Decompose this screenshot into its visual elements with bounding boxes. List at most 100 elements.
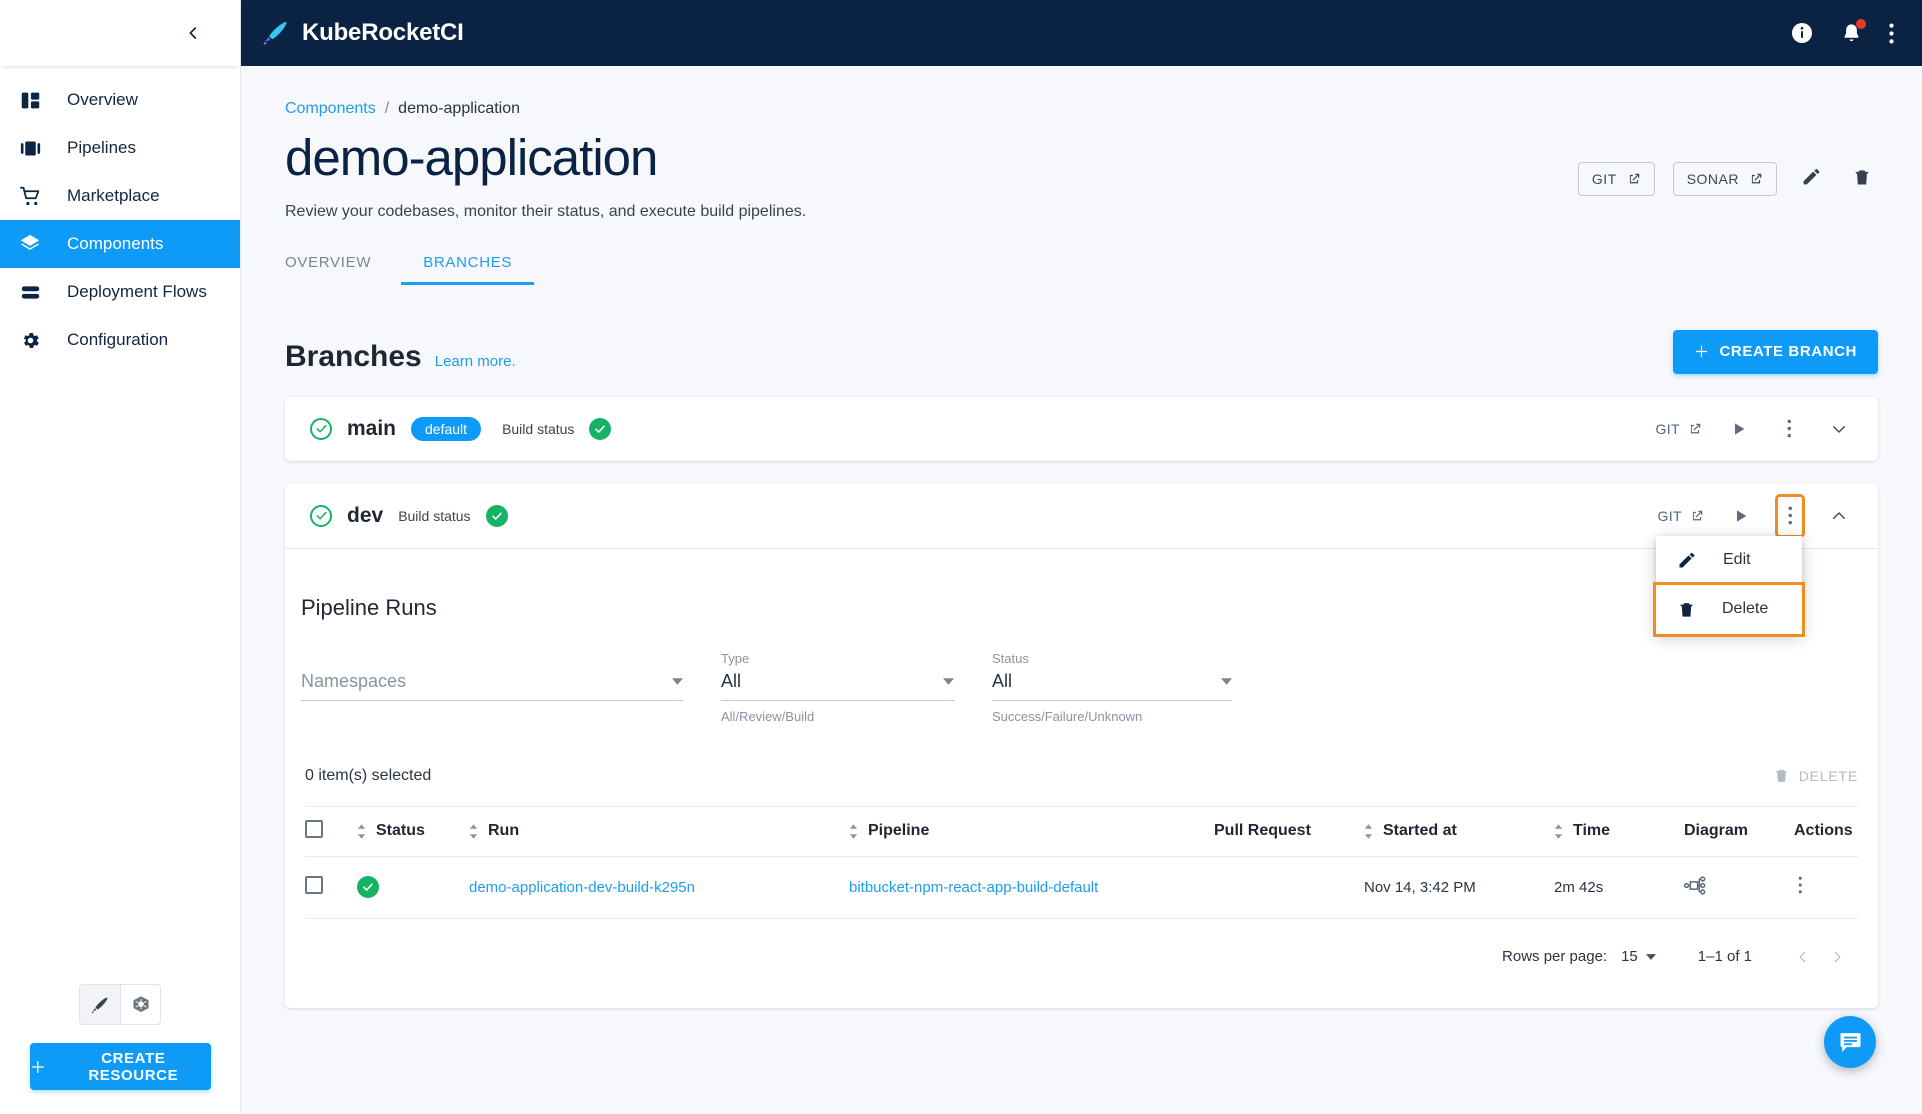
trash-icon	[1855, 169, 1869, 184]
sidebar-item-overview[interactable]: Overview	[0, 76, 240, 124]
git-button[interactable]: GIT	[1577, 162, 1655, 196]
row-more-button[interactable]	[1794, 876, 1803, 898]
select-all-checkbox[interactable]	[305, 819, 323, 838]
check-circle-filled-icon	[357, 876, 379, 899]
sidebar-item-marketplace[interactable]: Marketplace	[0, 172, 240, 220]
filter-label	[301, 651, 683, 667]
sidebar-item-pipelines[interactable]: Pipelines	[0, 124, 240, 172]
rows-per-page-select[interactable]: 15	[1621, 948, 1656, 965]
brand[interactable]: KubeRocketCI	[261, 19, 464, 47]
menu-item-label: Delete	[1722, 600, 1769, 618]
run-branch-button[interactable]	[1726, 416, 1752, 442]
filter-help: Success/Failure/Unknown	[992, 708, 1143, 724]
filter-type-control[interactable]: All	[721, 671, 954, 701]
breadcrumb-separator: /	[384, 100, 390, 117]
menu-item-delete[interactable]: Delete	[1653, 581, 1805, 637]
filter-value: All	[992, 670, 1013, 691]
branch-expand-button[interactable]	[1826, 416, 1852, 442]
create-resource-button[interactable]: CREATE RESOURCE	[29, 1043, 211, 1090]
menu-item-edit[interactable]: Edit	[1656, 535, 1802, 585]
th-actions: Actions	[1794, 805, 1858, 857]
branch-more-button[interactable]	[1775, 493, 1805, 538]
chevron-down-icon	[1645, 953, 1656, 960]
main-content: GIT SONAR Components / demo-application …	[241, 66, 1922, 1114]
chat-fab-button[interactable]	[1824, 1016, 1876, 1068]
th-started-at[interactable]: Started at	[1364, 805, 1554, 857]
filter-status: Status All Success/Failure/Unknown	[992, 651, 1232, 724]
top-bar: KubeRocketCI	[241, 0, 1922, 66]
sonar-button-label: SONAR	[1686, 171, 1739, 187]
chevron-left-icon	[189, 27, 197, 39]
sidebar-item-label: Overview	[67, 90, 138, 109]
branch-more-button[interactable]	[1776, 416, 1802, 442]
th-pipeline[interactable]: Pipeline	[849, 805, 1214, 857]
branch-git-link[interactable]: GIT	[1655, 421, 1702, 437]
create-resource-label: CREATE RESOURCE	[88, 1049, 179, 1084]
pagination-range: 1–1 of 1	[1697, 948, 1752, 966]
filter-namespaces-control[interactable]: Namespaces	[301, 671, 683, 701]
gear-icon	[15, 330, 45, 351]
tab-branches[interactable]: BRANCHES	[401, 254, 535, 285]
menu-item-label: Edit	[1723, 551, 1751, 569]
sort-icon	[469, 823, 478, 839]
bulk-delete-label: DELETE	[1798, 767, 1858, 784]
filter-status-control[interactable]: All	[992, 671, 1232, 701]
th-status[interactable]: Status	[357, 805, 469, 857]
branch-collapse-button[interactable]	[1826, 503, 1852, 529]
sidebar-collapse-button[interactable]	[176, 16, 210, 50]
branch-name: main	[347, 416, 397, 440]
cluster-button-kuberocket[interactable]	[79, 984, 120, 1025]
sidebar-item-components[interactable]: Components	[0, 220, 240, 268]
branch-left: dev Build status	[310, 504, 1657, 528]
sonar-button[interactable]: SONAR	[1672, 162, 1777, 196]
delete-component-button[interactable]	[1846, 167, 1878, 192]
pagination-next-button[interactable]	[1820, 940, 1854, 974]
cell-select	[305, 856, 357, 919]
th-label: Pull Request	[1214, 822, 1311, 840]
run-link[interactable]: demo-application-dev-build-k295n	[469, 879, 695, 896]
create-branch-button[interactable]: CREATE BRANCH	[1673, 329, 1878, 374]
cluster-button-kubernetes[interactable]	[120, 984, 161, 1025]
branches-learn-more-link[interactable]: Learn more.	[435, 353, 516, 370]
bell-icon[interactable]	[1840, 18, 1866, 45]
external-link-icon	[1690, 423, 1701, 433]
kuberocket-logo-icon	[91, 997, 108, 1013]
cell-started-at: Nov 14, 3:42 PM	[1364, 856, 1554, 919]
filter-namespaces: Namespaces	[301, 651, 683, 724]
tab-overview[interactable]: OVERVIEW	[285, 254, 393, 285]
th-label: Diagram	[1684, 822, 1749, 840]
cell-pipeline: bitbucket-npm-react-app-build-default	[849, 856, 1214, 919]
run-branch-button[interactable]	[1728, 503, 1754, 529]
edit-component-button[interactable]	[1795, 166, 1828, 192]
th-run[interactable]: Run	[469, 805, 849, 857]
pipeline-diagram-icon[interactable]	[1683, 875, 1707, 899]
default-branch-chip[interactable]: default	[411, 416, 482, 441]
stack-icon	[15, 282, 45, 303]
sidebar-item-deployment-flows[interactable]: Deployment Flows	[0, 268, 240, 316]
branch-row[interactable]: dev Build status GIT	[285, 484, 1878, 548]
branch-git-link[interactable]: GIT	[1657, 508, 1704, 524]
th-pull-request: Pull Request	[1214, 805, 1364, 857]
check-circle-filled-icon	[589, 417, 612, 440]
pipeline-link[interactable]: bitbucket-npm-react-app-build-default	[849, 879, 1098, 896]
chevron-left-icon	[1799, 951, 1806, 962]
sidebar-item-configuration[interactable]: Configuration	[0, 316, 240, 364]
th-label: Status	[376, 822, 425, 840]
th-select-all	[305, 805, 357, 857]
breadcrumb-current: demo-application	[398, 100, 521, 117]
table-body: demo-application-dev-build-k295n bitbuck…	[305, 856, 1858, 919]
rows-per-page-value: 15	[1621, 948, 1638, 966]
breadcrumb-link-components[interactable]: Components	[285, 100, 376, 118]
th-time[interactable]: Time	[1554, 805, 1684, 857]
check-circle-outline-icon	[310, 417, 332, 440]
pagination: Rows per page: 15 1–1 of 1	[285, 919, 1878, 982]
play-icon	[1737, 509, 1747, 522]
external-link-icon	[1692, 510, 1703, 520]
row-checkbox[interactable]	[305, 876, 323, 895]
bulk-delete-button[interactable]: DELETE	[1773, 767, 1858, 784]
branch-row[interactable]: main default Build status GIT	[285, 397, 1878, 461]
th-label: Time	[1573, 822, 1611, 840]
info-icon[interactable]	[1790, 21, 1814, 45]
more-vertical-icon[interactable]	[1889, 23, 1894, 44]
pagination-prev-button[interactable]	[1786, 940, 1820, 974]
